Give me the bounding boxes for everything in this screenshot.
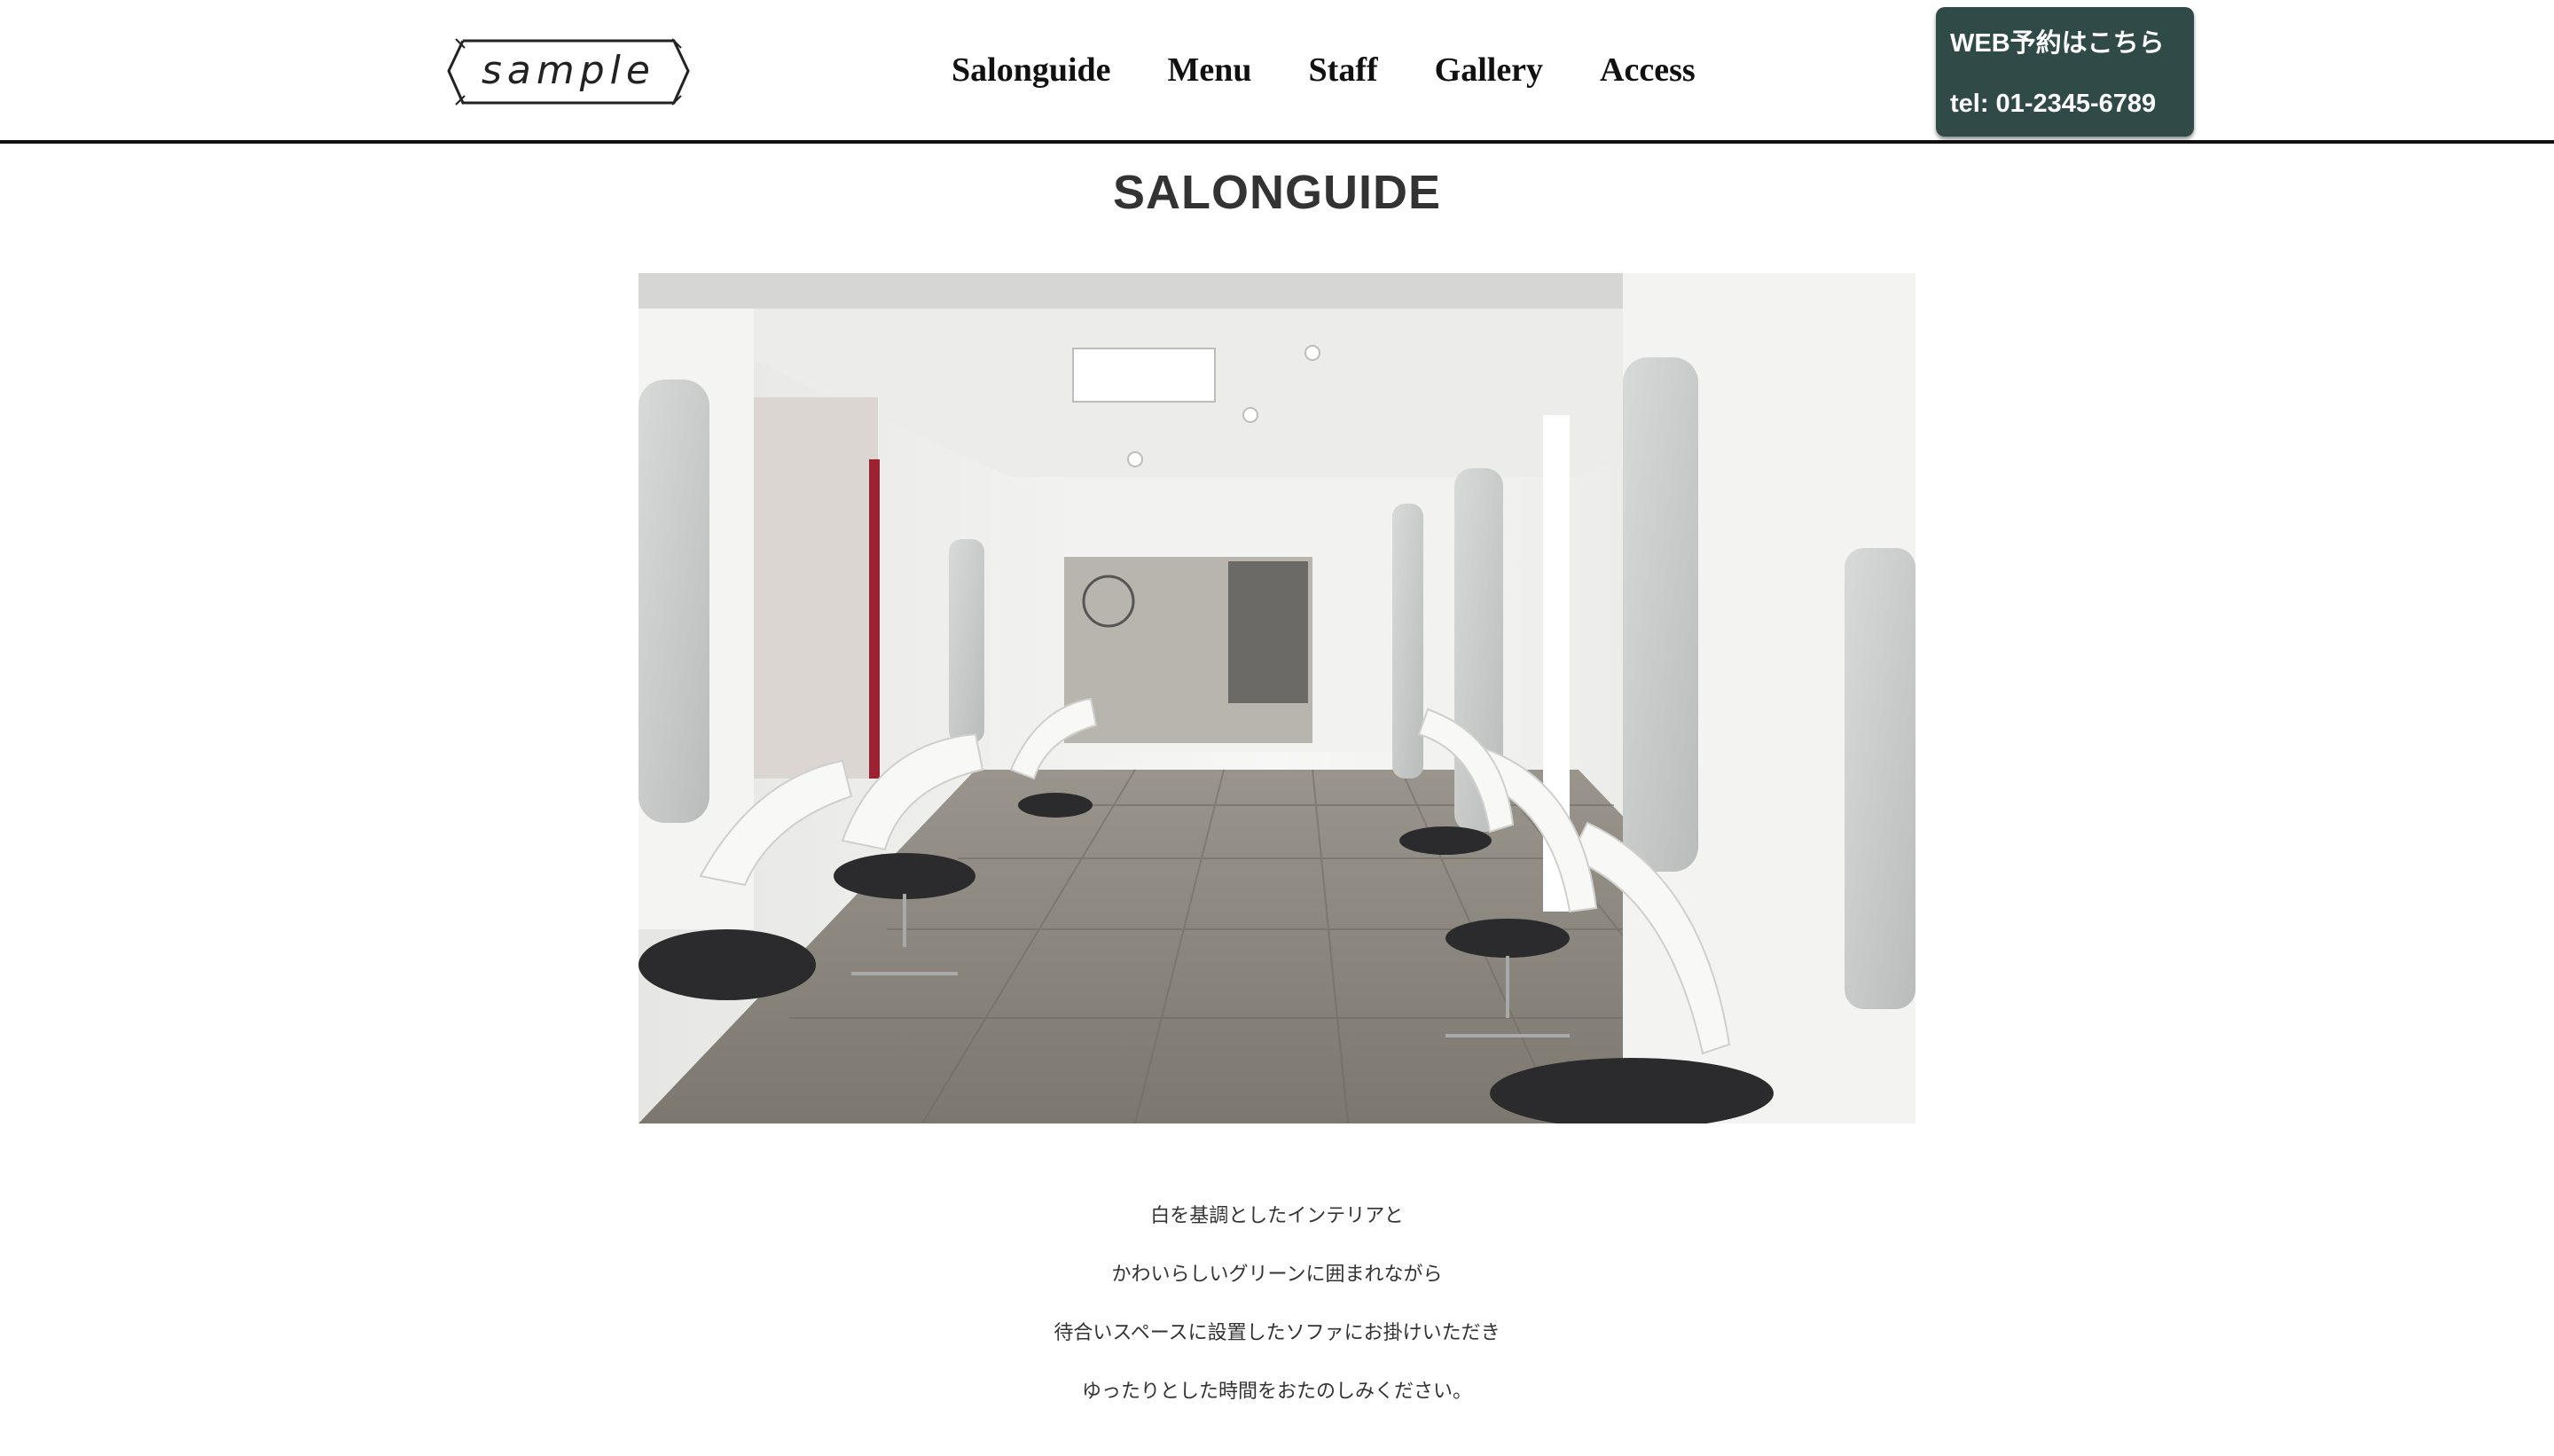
main-nav: Salonguide Menu Staff Gallery Access xyxy=(952,46,1696,99)
logo-text: sample xyxy=(482,48,655,93)
description-line: 白を基調としたインテリアと xyxy=(1150,1205,1404,1227)
salon-interior-illustration xyxy=(638,273,1916,1123)
nav-link-menu[interactable]: Menu xyxy=(1168,46,1252,99)
reservation-button[interactable]: WEB予約はこちら tel: 01-2345-6789 xyxy=(1936,7,2194,137)
salon-interior-photo xyxy=(638,273,1916,1123)
description-line: 待合いスペースに設置したソファにお掛けいただき xyxy=(1054,1322,1500,1344)
site-header: sample Salonguide Menu Staff Gallery Acc… xyxy=(0,0,2554,144)
site-logo[interactable]: sample xyxy=(445,37,692,106)
salon-description: 白を基調としたインテリアと かわいらしいグリーンに囲まれながら 待合いスペースに… xyxy=(0,1197,2554,1431)
nav-link-gallery[interactable]: Gallery xyxy=(1435,46,1543,99)
nav-link-salonguide[interactable]: Salonguide xyxy=(952,46,1111,99)
page-title: SALONGUIDE xyxy=(1112,166,1442,219)
web-reservation-label: WEB予約はこちら xyxy=(1950,29,2165,58)
description-line: かわいらしいグリーンに囲まれながら xyxy=(1111,1264,1443,1286)
nav-link-staff[interactable]: Staff xyxy=(1309,46,1378,99)
description-line: ゆったりとした時間をおたのしみください。 xyxy=(1081,1381,1472,1403)
nav-link-access[interactable]: Access xyxy=(1600,46,1696,99)
phone-label: tel: 01-2345-6789 xyxy=(1950,90,2157,118)
